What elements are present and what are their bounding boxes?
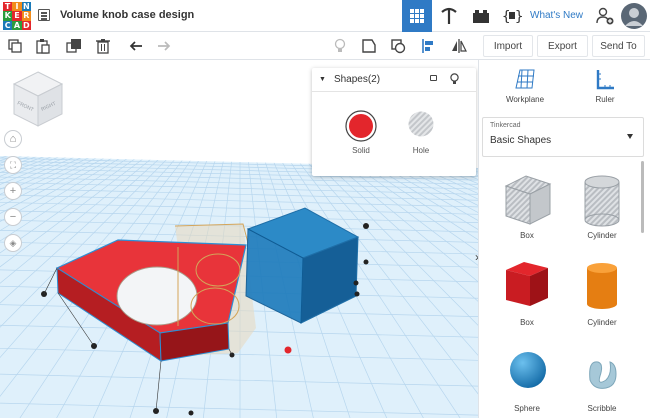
copy-icon: [8, 39, 22, 53]
shape-icon: [362, 39, 376, 53]
box-shape-item[interactable]: [502, 258, 552, 310]
codeblocks-button[interactable]: { }: [497, 0, 527, 32]
shape-label: Scribble: [587, 404, 617, 413]
send-to-button[interactable]: Send To: [592, 35, 645, 57]
bricks-view-button[interactable]: [466, 0, 496, 32]
library-source-label: Tinkercad: [490, 122, 521, 129]
tinkercad-logo[interactable]: T I N K E R C A D: [3, 2, 31, 30]
add-user-icon: [596, 7, 614, 25]
avatar[interactable]: [620, 0, 648, 32]
import-button[interactable]: Import: [483, 35, 533, 57]
export-button[interactable]: Export: [537, 35, 588, 57]
shape-inspector-panel: ▼ Shapes(2) Solid Hole: [312, 68, 476, 176]
cylinder-shape-item[interactable]: [584, 260, 620, 312]
3d-view-button[interactable]: [402, 0, 432, 32]
design-list-icon[interactable]: [38, 9, 50, 21]
top-bar: T I N K E R C A D Volume knob case desig…: [0, 0, 650, 32]
undo-button[interactable]: [126, 36, 146, 56]
copy-button[interactable]: [5, 36, 25, 56]
home-icon: ⌂: [9, 133, 17, 145]
lock-icon[interactable]: [430, 75, 437, 81]
lightbulb-icon: [334, 38, 346, 52]
edit-toolbar: Import Export Send To: [0, 32, 650, 60]
undo-icon: [129, 41, 142, 51]
shape-library-dropdown[interactable]: Tinkercad Basic Shapes: [482, 117, 644, 157]
brick-icon: [473, 10, 489, 23]
redo-icon: [158, 41, 171, 51]
duplicate-button[interactable]: [64, 36, 84, 56]
pickaxe-icon: [441, 7, 457, 24]
workplane-icon[interactable]: [514, 68, 536, 92]
inspector-title: Shapes(2): [333, 74, 381, 85]
logo-letter: C: [3, 20, 13, 30]
logo-letter: R: [21, 11, 31, 21]
solid-label: Solid: [352, 146, 370, 155]
whats-new-link[interactable]: What's New: [530, 10, 583, 21]
minus-icon: −: [9, 211, 17, 223]
hole-button[interactable]: [407, 110, 435, 138]
shape-label: Cylinder: [587, 231, 617, 240]
shape-label: Sphere: [514, 404, 540, 413]
code-braces-icon: { }: [502, 9, 523, 25]
inspector-header[interactable]: ▼ Shapes(2): [312, 68, 476, 92]
mirror-icon: [452, 39, 467, 53]
light-button[interactable]: [330, 36, 350, 56]
design-title[interactable]: Volume knob case design: [60, 9, 194, 21]
view-cube[interactable]: FRONT RIGHT: [12, 70, 64, 128]
logo-letter: I: [12, 2, 22, 12]
hole-label: Hole: [412, 146, 430, 155]
paste-button[interactable]: [33, 36, 53, 56]
ruler-icon[interactable]: [596, 68, 616, 92]
shape-label: Box: [520, 231, 534, 240]
delete-button[interactable]: [93, 36, 113, 56]
zoom-out-button[interactable]: −: [4, 208, 22, 226]
logo-letter: T: [3, 2, 13, 12]
perspective-icon: ◈: [9, 237, 17, 248]
group-icon: [391, 39, 406, 54]
paste-icon: [36, 39, 50, 54]
collapse-caret-icon[interactable]: ▼: [319, 76, 326, 83]
shape-label: Cylinder: [587, 318, 617, 327]
svg-text:}: }: [515, 9, 523, 25]
zoom-in-button[interactable]: +: [4, 182, 22, 200]
workplane-label[interactable]: Workplane: [495, 95, 555, 104]
avatar-icon: [621, 3, 647, 29]
mirror-button[interactable]: [449, 36, 469, 56]
plus-icon: +: [9, 185, 17, 197]
scribble-shape-item[interactable]: [582, 350, 622, 396]
blocks-view-button[interactable]: [434, 0, 464, 32]
shape-button[interactable]: [359, 36, 379, 56]
fit-view-button[interactable]: ⛶: [4, 156, 22, 174]
home-view-button[interactable]: ⌂: [4, 130, 22, 148]
logo-letter: E: [12, 11, 22, 21]
align-icon: [422, 39, 433, 53]
redo-button[interactable]: [154, 36, 174, 56]
shape-label: Box: [520, 318, 534, 327]
chevron-down-icon: [627, 134, 633, 139]
grid-icon: [410, 9, 424, 23]
fit-view-icon: ⛶: [9, 159, 17, 170]
perspective-button[interactable]: ◈: [4, 234, 22, 252]
logo-letter: A: [12, 20, 22, 30]
align-button[interactable]: [419, 36, 439, 56]
trash-icon: [96, 39, 110, 54]
rotation-handle[interactable]: [284, 346, 292, 354]
library-scrollbar[interactable]: [641, 161, 644, 233]
cylinder-hole-shape-item[interactable]: [582, 172, 622, 228]
solid-color-button[interactable]: [345, 110, 377, 142]
group-button[interactable]: [388, 36, 408, 56]
duplicate-icon: [66, 39, 81, 53]
logo-letter: K: [3, 11, 13, 21]
light-bulb-icon[interactable]: [450, 73, 459, 85]
logo-letter: D: [21, 20, 31, 30]
library-category-value: Basic Shapes: [490, 135, 552, 146]
invite-user-button[interactable]: [593, 0, 617, 32]
sphere-shape-item[interactable]: [508, 350, 548, 392]
logo-letter: N: [21, 2, 31, 12]
box-hole-shape-item[interactable]: [500, 172, 554, 228]
ruler-label[interactable]: Ruler: [575, 95, 635, 104]
